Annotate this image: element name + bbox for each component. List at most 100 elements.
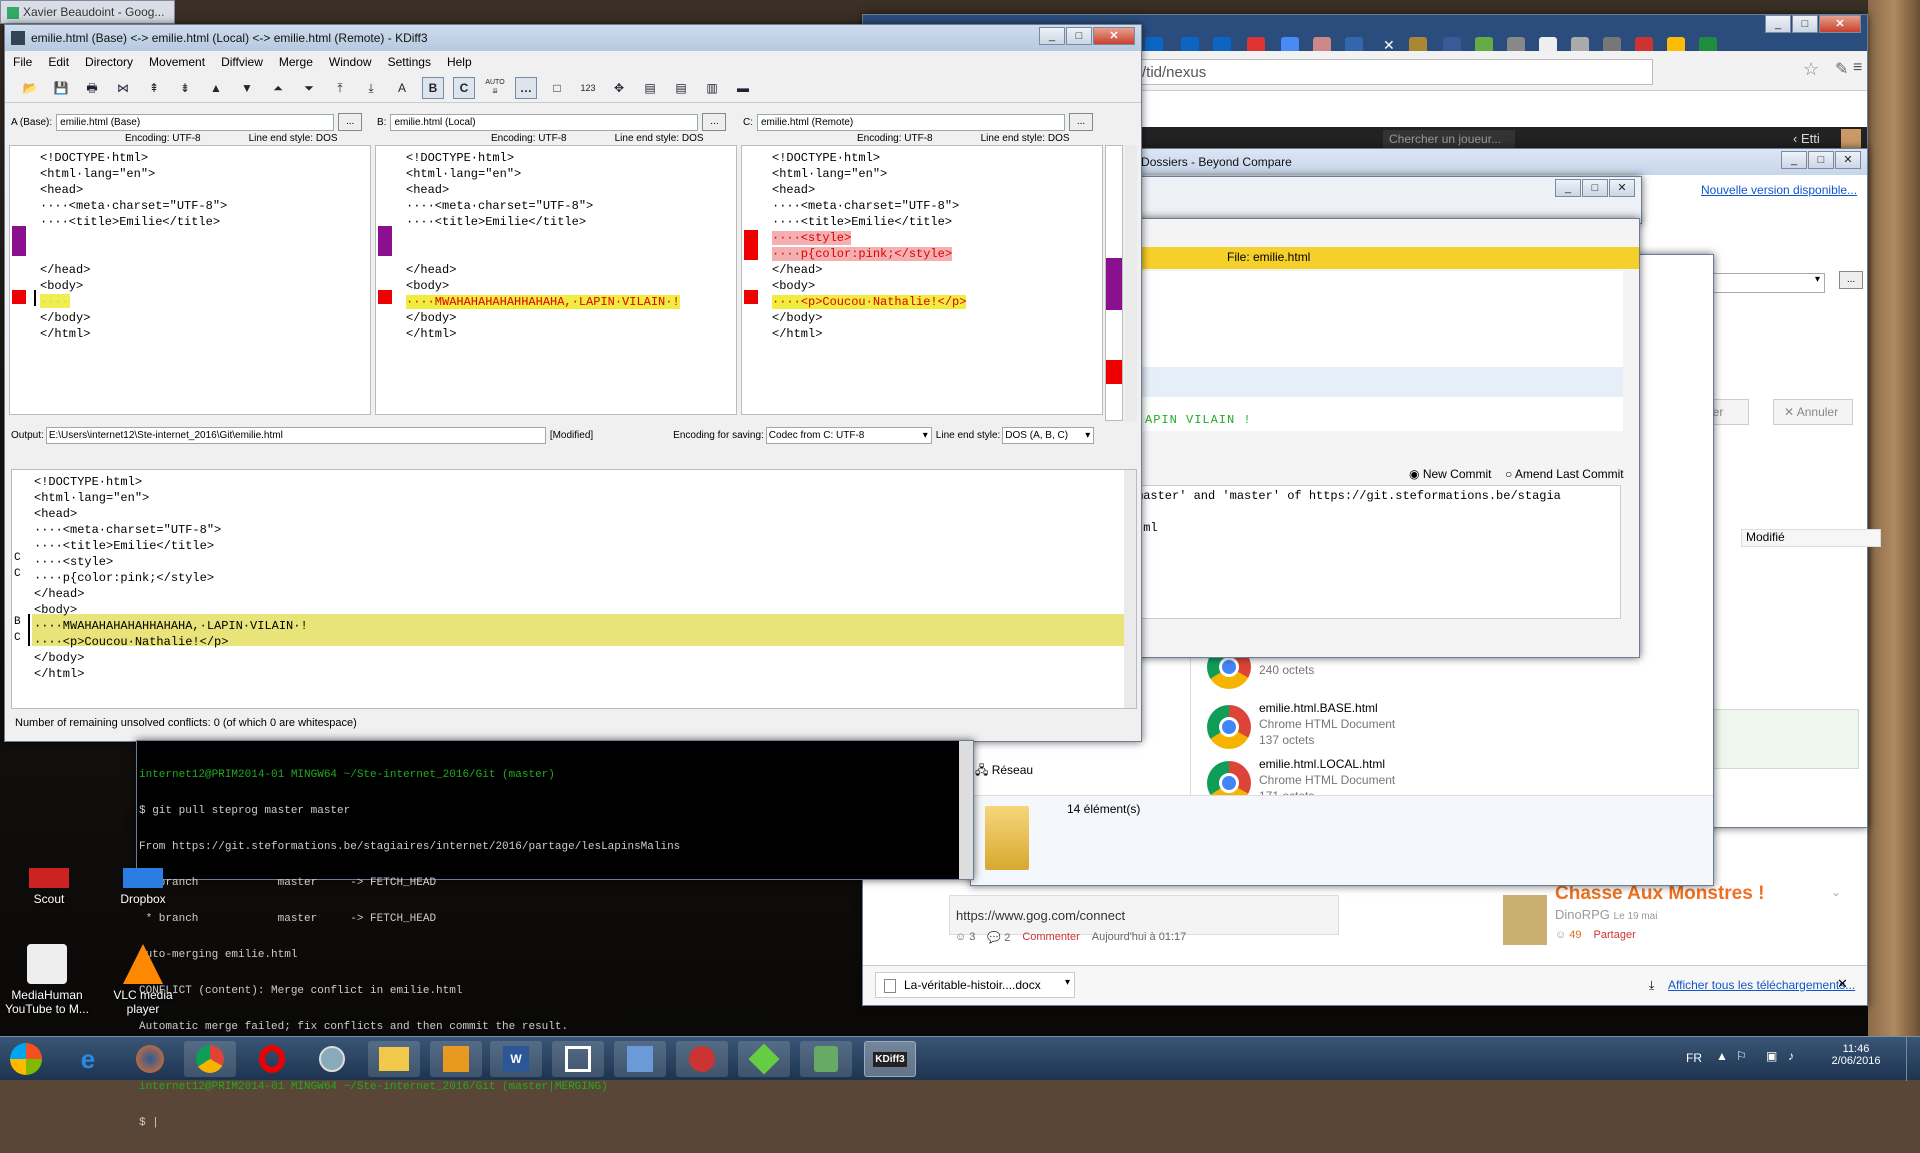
goto-current-delta-icon[interactable]: ⋈ — [112, 77, 134, 99]
maximize-button[interactable]: □ — [1808, 151, 1834, 169]
close-button[interactable]: ✕ — [1819, 15, 1861, 33]
close-button[interactable]: ✕ — [1093, 27, 1135, 45]
menu-help[interactable]: Help — [447, 55, 472, 69]
goto-last-delta-icon[interactable]: ⇟ — [174, 77, 196, 99]
prev-delta-icon[interactable]: ▲ — [205, 77, 227, 99]
encoding-saving-select[interactable]: Codec from C: UTF-8 ▾ — [765, 426, 932, 444]
show-all-downloads[interactable]: Afficher tous les téléchargements... — [1668, 978, 1855, 992]
tray-show-hidden-icon[interactable]: ▲ — [1716, 1049, 1728, 1063]
menu-settings[interactable]: Settings — [388, 55, 431, 69]
term-scrollbar[interactable] — [959, 741, 973, 879]
toggle-pane-b-icon[interactable]: ▤ — [670, 77, 692, 99]
minimize-button[interactable]: _ — [1555, 179, 1581, 197]
bc-browse-button[interactable]: ... — [1839, 271, 1863, 289]
show-desktop-button[interactable] — [1906, 1037, 1920, 1081]
taskbar-sublime[interactable] — [430, 1041, 482, 1077]
git-commit-message[interactable]: master' and 'master' of https://git.stef… — [1131, 485, 1621, 619]
toggle-pane-a-icon[interactable]: ▤ — [639, 77, 661, 99]
menu-diffview[interactable]: Diffview — [221, 55, 263, 69]
minimize-button[interactable]: _ — [1781, 151, 1807, 169]
tray-flag-icon[interactable]: ⚐ — [1736, 1049, 1747, 1063]
side-share[interactable]: Partager — [1594, 929, 1636, 941]
side-game-thumb[interactable] — [1503, 895, 1547, 945]
side-user[interactable]: DinoRPG — [1555, 907, 1610, 922]
taskbar-chrome[interactable] — [184, 1041, 236, 1077]
goto-first-delta-icon[interactable]: ⇞ — [143, 77, 165, 99]
pane-a-path[interactable] — [56, 113, 335, 131]
minimize-button[interactable]: _ — [1765, 15, 1791, 33]
print-icon[interactable]: 🖶 — [81, 77, 103, 99]
gog-link[interactable]: https://www.gog.com/connect — [956, 908, 1125, 923]
next-unsolved-icon[interactable]: ⤓ — [360, 77, 382, 99]
pane-a-browse-button[interactable]: ... — [338, 113, 363, 131]
side-game-title[interactable]: Chasse Aux Monstres ! — [1555, 883, 1764, 905]
desktop-icon-vlc[interactable]: VLC media player — [98, 944, 188, 1016]
taskbar-git[interactable] — [800, 1041, 852, 1077]
word-wrap-icon[interactable]: ✥ — [608, 77, 630, 99]
next-conflict-icon[interactable]: ⏷ — [298, 77, 320, 99]
chrome-menu-icon[interactable]: ≡ — [1853, 59, 1862, 77]
taskbar-app-3[interactable] — [738, 1041, 790, 1077]
avatar[interactable] — [1841, 129, 1861, 149]
taskbar-word[interactable]: W — [490, 1041, 542, 1077]
tray-network-icon[interactable]: ▣ — [1766, 1049, 1777, 1063]
taskbar-safari[interactable] — [306, 1041, 358, 1077]
menu-file[interactable]: File — [13, 55, 32, 69]
merge-output-pane[interactable]: C C B C <!DOCTYPE·html> <html·lang="en">… — [11, 469, 1137, 709]
pane-b-path[interactable] — [390, 113, 699, 131]
maximize-button[interactable]: □ — [1066, 27, 1092, 45]
pane-a[interactable]: <!DOCTYPE·html> <html·lang="en"> <head> … — [9, 145, 371, 415]
next-delta-icon[interactable]: ▼ — [236, 77, 258, 99]
tray-volume-icon[interactable]: ♪ — [1788, 1049, 1794, 1063]
auto-advance-icon[interactable]: AUTO ⇊ — [484, 77, 506, 99]
comment-button[interactable]: Commenter — [1022, 931, 1079, 944]
pane-b-browse-button[interactable]: ... — [702, 113, 727, 131]
list-item[interactable]: emilie.html.BASE.html Chrome HTML Docume… — [1207, 701, 1707, 757]
comment-count[interactable]: 💬 2 — [987, 931, 1010, 944]
close-download-bar-icon[interactable]: ✕ — [1837, 976, 1848, 992]
taskbar-opera[interactable] — [246, 1041, 298, 1077]
menu-movement[interactable]: Movement — [149, 55, 205, 69]
chevron-down-icon[interactable]: ⌄ — [1831, 885, 1841, 899]
column-header-modified[interactable]: Modifié — [1741, 529, 1881, 547]
new-version-link[interactable]: Nouvelle version disponible... — [1701, 183, 1857, 197]
show-whitespace-chars-icon[interactable]: □ — [546, 77, 568, 99]
select-a-icon[interactable]: A — [391, 77, 413, 99]
menu-edit[interactable]: Edit — [48, 55, 69, 69]
menu-directory[interactable]: Directory — [85, 55, 133, 69]
desktop-icon-dropbox[interactable]: Dropbox — [98, 868, 188, 906]
save-icon[interactable]: 💾 — [50, 77, 72, 99]
cancel-button[interactable]: ✕ Annuler — [1773, 399, 1853, 425]
tray-clock[interactable]: 11:46 2/06/2016 — [1826, 1043, 1886, 1067]
open-icon[interactable]: 📂 — [19, 77, 41, 99]
desktop-icon-mediahuman[interactable]: MediaHuman YouTube to M... — [2, 944, 92, 1016]
taskbar-virtualbox[interactable] — [614, 1041, 666, 1077]
prev-conflict-icon[interactable]: ⏶ — [267, 77, 289, 99]
output-path[interactable] — [45, 426, 546, 444]
side-likes[interactable]: ☺ 49 — [1555, 929, 1582, 941]
tray-lang[interactable]: FR — [1686, 1051, 1702, 1065]
user-name[interactable]: ‹ Etti — [1793, 131, 1820, 146]
taskbar-firefox[interactable] — [124, 1041, 176, 1077]
close-button[interactable]: ✕ — [1609, 179, 1635, 197]
toggle-pane-c-icon[interactable]: ▥ — [701, 77, 723, 99]
output-scrollbar[interactable] — [1124, 470, 1136, 708]
show-whitespace-icon[interactable]: … — [515, 76, 537, 99]
start-button[interactable] — [4, 1041, 48, 1077]
pane-c-browse-button[interactable]: ... — [1069, 113, 1093, 131]
line-end-select[interactable]: DOS (A, B, C) ▾ — [1002, 426, 1095, 444]
show-line-numbers-icon[interactable]: 123 — [577, 77, 599, 99]
diff-overview[interactable] — [1105, 145, 1123, 421]
pane-b[interactable]: <!DOCTYPE·html> <html·lang="en"> <head> … — [375, 145, 737, 415]
bookmark-star-icon[interactable]: ☆ — [1803, 59, 1819, 80]
taskbar-explorer[interactable] — [368, 1041, 420, 1077]
taskbar-app[interactable] — [552, 1041, 604, 1077]
minimize-button[interactable]: _ — [1039, 27, 1065, 45]
select-c-icon[interactable]: C — [453, 76, 475, 99]
address-bar[interactable]: /tid/nexus — [1133, 59, 1653, 85]
vertical-scrollbar[interactable] — [1125, 145, 1137, 421]
player-search-input[interactable]: Chercher un joueur... — [1383, 130, 1515, 148]
pane-c-path[interactable] — [757, 113, 1065, 131]
close-button[interactable]: ✕ — [1835, 151, 1861, 169]
desktop-icon-scout[interactable]: Scout — [4, 868, 94, 906]
